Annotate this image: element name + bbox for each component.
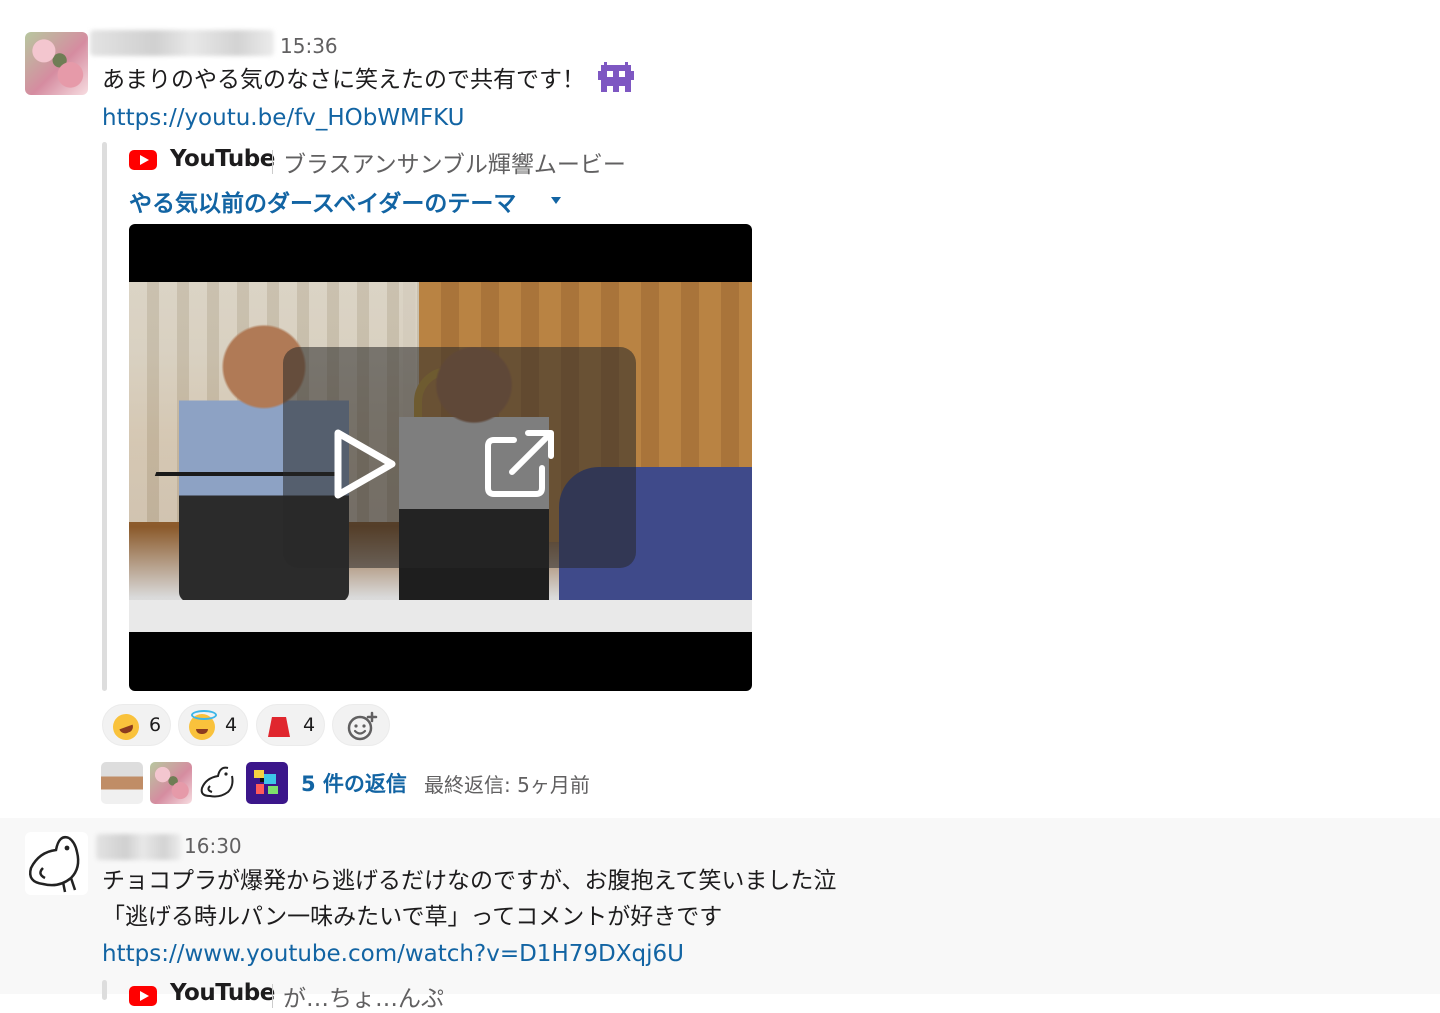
youtube-logo-icon xyxy=(129,150,157,170)
sender-name-blurred[interactable] xyxy=(90,30,274,56)
attachment-channel[interactable]: が…ちょ…んぷ xyxy=(283,979,444,1013)
attachment-title[interactable]: やる気以前のダースベイダーのテーマ xyxy=(129,184,516,218)
sender-avatar[interactable] xyxy=(25,32,88,95)
replier-avatar[interactable] xyxy=(101,762,143,804)
reaction-rofl[interactable]: 6 xyxy=(102,704,171,746)
message-timestamp[interactable]: 15:36 xyxy=(280,34,338,58)
message-text-line: チョコプラが爆発から逃げるだけなのですが、お腹抱えて笑いました泣 xyxy=(102,868,837,894)
open-external-icon[interactable] xyxy=(484,428,556,498)
reaction-count: 4 xyxy=(303,714,316,736)
message-text-line: 「逃げる時ルパン一味みたいで草」ってコメントが好きです xyxy=(102,904,723,930)
replier-avatar[interactable] xyxy=(150,762,192,804)
bird-icon xyxy=(29,836,80,893)
replier-avatar[interactable] xyxy=(198,762,240,804)
sender-avatar[interactable] xyxy=(25,832,88,895)
bird-icon xyxy=(200,766,234,798)
alien-monster-icon xyxy=(598,62,635,92)
attachment-separator xyxy=(272,150,273,174)
reaction-count: 4 xyxy=(225,714,238,736)
reaction-count: 6 xyxy=(149,714,162,736)
fez-hat-icon xyxy=(267,714,293,740)
attachment-service-name[interactable]: YouTube xyxy=(170,980,275,1006)
attachment-border xyxy=(102,142,107,691)
message-timestamp[interactable]: 16:30 xyxy=(184,834,242,858)
thread-reply-count[interactable]: 5 件の返信 xyxy=(301,768,407,798)
attachment-channel[interactable]: ブラスアンサンブル輝響ムービー xyxy=(283,145,626,179)
rolling-on-floor-laughing-icon xyxy=(109,710,143,744)
message-text: あまりのやる気のなさに笑えたので共有です！ xyxy=(102,62,635,98)
replier-avatar[interactable] xyxy=(246,762,288,804)
smiling-face-with-halo-icon xyxy=(189,710,217,740)
message-text-line: あまりのやる気のなさに笑えたので共有です！ xyxy=(102,67,585,93)
message-link[interactable]: https://youtu.be/fv_HObWMFKU xyxy=(102,100,464,136)
reaction-halo[interactable]: 4 xyxy=(178,704,248,746)
play-icon[interactable] xyxy=(330,427,400,501)
message-link[interactable]: https://www.youtube.com/watch?v=D1H79DXq… xyxy=(102,936,684,972)
youtube-logo-icon xyxy=(129,986,157,1006)
sender-name-blurred[interactable] xyxy=(96,834,181,860)
attachment-separator xyxy=(272,984,273,1008)
attachment-border xyxy=(102,980,107,1000)
add-emoji-icon xyxy=(347,711,378,741)
reaction-fez[interactable]: 4 xyxy=(256,704,325,746)
thread-last-reply: 最終返信: 5ヶ月前 xyxy=(424,773,590,797)
add-reaction-button[interactable] xyxy=(332,704,390,746)
pixel-art-icon xyxy=(254,770,278,794)
collapse-caret-icon[interactable] xyxy=(551,197,561,204)
attachment-service-name[interactable]: YouTube xyxy=(170,146,275,172)
